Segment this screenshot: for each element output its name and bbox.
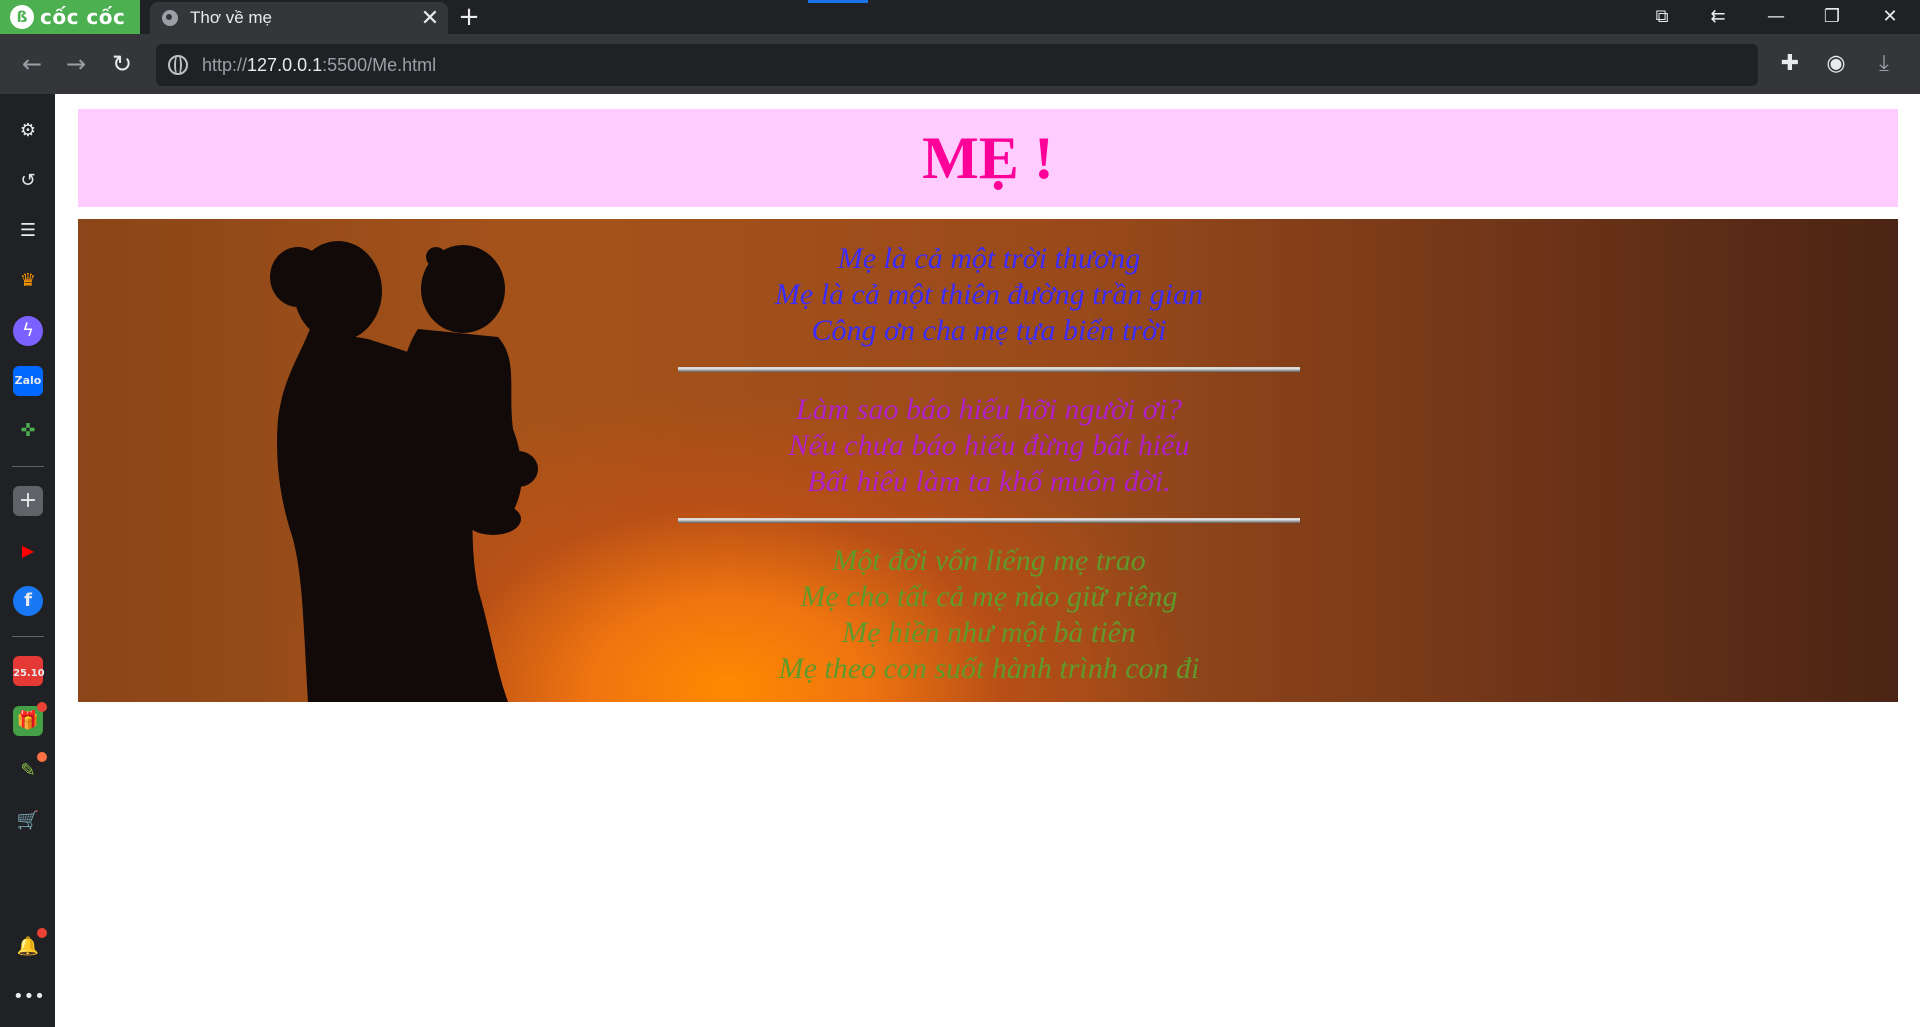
messenger-icon[interactable]: ϟ	[13, 316, 43, 346]
screen-capture-icon[interactable]: ⧉	[1636, 0, 1688, 34]
poem-line: Mẹ là cả một trời thương	[837, 242, 1141, 275]
tab-search-icon[interactable]: ⇇	[1692, 0, 1744, 34]
gift-icon[interactable]: 🎁	[13, 702, 47, 736]
download-icon[interactable]: ⤓	[1866, 46, 1902, 82]
page-title: MẸ !	[922, 125, 1054, 191]
loading-indicator	[808, 0, 868, 3]
horizontal-rule	[678, 367, 1300, 372]
poem-line: Công ơn cha mẹ tựa biển trời	[811, 314, 1167, 347]
crown-icon[interactable]: ♛	[13, 266, 43, 296]
profile-icon[interactable]: ◉	[1818, 46, 1854, 82]
poem-banner: Mẹ là cả một trời thương Mẹ là cả một th…	[78, 219, 1898, 702]
horizontal-rule	[678, 518, 1300, 523]
restore-button[interactable]: ❐	[1806, 0, 1858, 34]
poem-line: Nếu chưa báo hiếu đừng bất hiếu	[788, 429, 1190, 462]
extensions-icon[interactable]: ✚	[1772, 46, 1808, 82]
tab-title: Thơ về mẹ	[190, 8, 273, 27]
poem-line: Làm sao báo hiếu hỡi người ơi?	[795, 393, 1183, 426]
calendar-badge: 25.10	[13, 668, 45, 679]
more-icon[interactable]: •••	[13, 982, 45, 1012]
tab-strip: ß cốc cốc Thơ về mẹ ✕ + ⧉ ⇇ — ❐ ✕	[0, 0, 1920, 34]
poem-line: Một đời vốn liếng mẹ trao	[832, 544, 1146, 577]
coccoc-logo-icon: ß	[10, 5, 34, 29]
history-icon[interactable]: ↺	[13, 166, 43, 196]
stanza-2: Làm sao báo hiếu hỡi người ơi? Nếu chưa …	[678, 392, 1300, 500]
settings-icon[interactable]: ⚙	[13, 116, 43, 146]
back-button[interactable]: ←	[14, 46, 50, 82]
active-tab[interactable]: Thơ về mẹ ✕	[150, 2, 448, 34]
page-content: MẸ ! Mẹ là cả một trời thương Mẹ là cả m…	[55, 94, 1920, 1027]
notification-bell-icon[interactable]: 🔔	[13, 928, 47, 962]
new-tab-button[interactable]: +	[454, 2, 484, 32]
facebook-icon[interactable]: f	[13, 586, 43, 616]
browser-toolbar: ← → ↻ http://127.0.0.1:5500/Me.html ✚ ◉ …	[0, 34, 1920, 94]
sidebar-divider	[12, 466, 44, 467]
poem: Mẹ là cả một trời thương Mẹ là cả một th…	[678, 241, 1300, 687]
reload-button[interactable]: ↻	[104, 46, 140, 82]
add-app-icon[interactable]: +	[13, 486, 43, 516]
close-window-button[interactable]: ✕	[1864, 0, 1916, 34]
ai-assistant-icon[interactable]: ✎	[13, 752, 47, 786]
youtube-icon[interactable]: ▶	[13, 536, 43, 566]
brand-name: cốc cốc	[40, 5, 126, 29]
game-controller-icon[interactable]: ✜	[13, 416, 43, 446]
close-icon[interactable]: ✕	[418, 6, 442, 31]
zalo-icon[interactable]: Zalo	[13, 366, 43, 396]
sidebar-divider	[12, 636, 44, 637]
shopping-cart-icon[interactable]: 🛒	[13, 806, 43, 836]
poem-line: Mẹ là cả một thiên đường trần gian	[774, 278, 1204, 311]
calendar-sale-icon[interactable]: 25.10	[13, 656, 45, 686]
reading-list-icon[interactable]: ☰	[13, 216, 43, 246]
sidebar: ⚙ ↺ ☰ ♛ ϟ Zalo ✜ + ▶ f 25.10 🎁 ✎ 🛒 🔔 •••	[0, 94, 55, 1027]
browser-brand[interactable]: ß cốc cốc	[0, 0, 140, 34]
globe-icon	[162, 10, 178, 26]
site-info-icon[interactable]	[168, 55, 188, 75]
forward-button[interactable]: →	[58, 46, 94, 82]
minimize-button[interactable]: —	[1750, 0, 1802, 34]
poem-line: Mẹ cho tất cả mẹ nào giữ riêng	[800, 580, 1178, 613]
poem-line: Bất hiếu làm ta khổ muôn đời.	[807, 465, 1171, 498]
address-bar[interactable]: http://127.0.0.1:5500/Me.html	[156, 44, 1758, 86]
url-text[interactable]: http://127.0.0.1:5500/Me.html	[202, 55, 436, 76]
poem-line: Mẹ hiền như một bà tiên	[842, 616, 1136, 649]
poem-line: Mẹ theo con suốt hành trình con đi	[778, 652, 1200, 685]
stanza-1: Mẹ là cả một trời thương Mẹ là cả một th…	[678, 241, 1300, 349]
page-header: MẸ !	[78, 109, 1898, 207]
stanza-3: Một đời vốn liếng mẹ trao Mẹ cho tất cả …	[678, 543, 1300, 687]
